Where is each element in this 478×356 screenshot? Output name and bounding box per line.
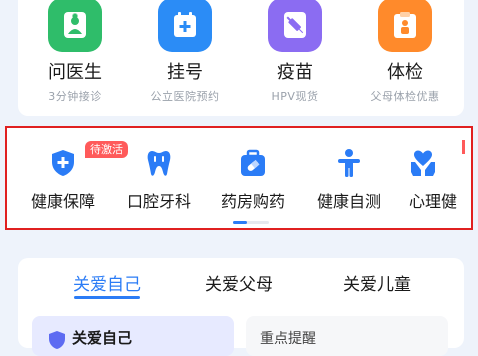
active-tab-indicator <box>74 296 140 299</box>
service-ask-doctor[interactable]: 问医生 3分钟接诊 <box>20 0 130 104</box>
tooth-icon <box>111 148 207 182</box>
care-self-card[interactable]: 关爱自己 <box>32 316 234 356</box>
heart-hands-icon <box>409 148 439 182</box>
service-title: 问医生 <box>48 62 102 83</box>
tab-care-parents[interactable]: 关爱父母 <box>184 270 294 295</box>
quick-entry-label: 药房购药 <box>220 192 285 211</box>
service-vaccine[interactable]: 疫苗 HPV现货 <box>240 0 350 104</box>
services-card: 问医生 3分钟接诊 挂号 公立医院预约 疫苗 HPV现货 体检 父母体检优惠 <box>18 0 464 116</box>
shield-icon <box>49 331 65 349</box>
quick-entry-row: 健康保障 待激活 口腔牙科 药房购药 健康自测 心理健 <box>5 126 473 230</box>
scroll-indicator <box>233 221 269 224</box>
service-register[interactable]: 挂号 公立医院预约 <box>130 0 240 104</box>
service-title: 体检 <box>387 62 423 83</box>
service-title: 挂号 <box>167 62 203 83</box>
quick-entry-label: 心理健 <box>409 192 458 211</box>
person-icon <box>301 148 397 182</box>
tab-care-children[interactable]: 关爱儿童 <box>322 270 432 295</box>
quick-entry-mental-health[interactable]: 心理健 <box>397 148 471 212</box>
quick-entry-dental[interactable]: 口腔牙科 <box>111 148 207 212</box>
key-reminder-label: 重点提醒 <box>260 331 316 347</box>
medicine-box-icon <box>205 148 301 182</box>
quick-entry-label: 健康自测 <box>316 192 381 211</box>
key-reminder-card[interactable]: 重点提醒 <box>246 316 448 356</box>
service-subtitle: HPV现货 <box>271 90 319 103</box>
partial-badge <box>462 140 465 154</box>
calendar-plus-icon <box>158 0 212 52</box>
service-checkup[interactable]: 体检 父母体检优惠 <box>350 0 460 104</box>
quick-entry-label: 健康保障 <box>30 192 95 211</box>
tab-care-self[interactable]: 关爱自己 <box>52 270 162 295</box>
care-self-card-label: 关爱自己 <box>72 329 133 347</box>
quick-entry-pharmacy[interactable]: 药房购药 <box>205 148 301 212</box>
service-subtitle: 3分钟接诊 <box>48 90 102 103</box>
quick-entry-label: 口腔牙科 <box>126 192 191 211</box>
service-subtitle: 公立医院预约 <box>150 90 220 103</box>
care-card: 关爱自己 关爱父母 关爱儿童 关爱自己 重点提醒 <box>18 258 464 356</box>
syringe-icon <box>268 0 322 52</box>
checkup-icon <box>378 0 432 52</box>
quick-entry-self-test[interactable]: 健康自测 <box>301 148 397 212</box>
service-title: 疫苗 <box>277 62 313 83</box>
doctor-icon <box>48 0 102 52</box>
service-subtitle: 父母体检优惠 <box>370 90 440 103</box>
